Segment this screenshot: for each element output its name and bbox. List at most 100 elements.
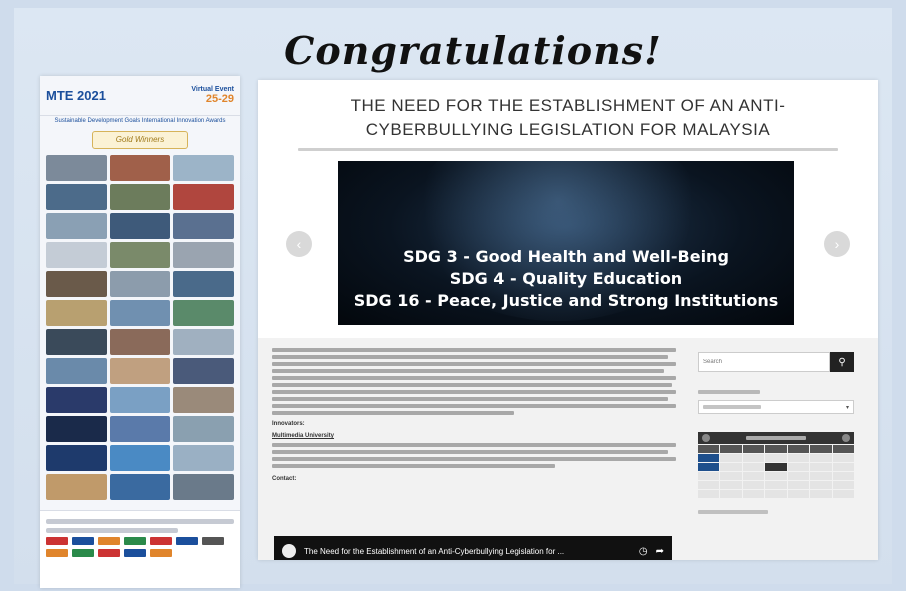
calendar-day[interactable]: [810, 490, 832, 498]
text-line: [272, 362, 676, 366]
search-button[interactable]: ⚲: [830, 352, 854, 372]
poster-thumbnail: [109, 387, 171, 414]
poster-thumbnail: [173, 271, 234, 298]
share-icon[interactable]: ➦: [656, 546, 664, 557]
calendar-day[interactable]: [742, 481, 765, 489]
article-meta: [258, 148, 878, 151]
sponsor-logo: [72, 549, 94, 557]
calendar-day[interactable]: [720, 490, 742, 498]
calendar-day[interactable]: [810, 463, 832, 471]
poster-thumbnail: [46, 155, 107, 182]
slider-prev-arrow-icon[interactable]: ‹: [286, 231, 312, 257]
calendar-day[interactable]: [787, 490, 810, 498]
poster-thumbnail-grid: [40, 153, 240, 502]
calendar-day[interactable]: [720, 481, 742, 489]
sponsor-logo: [98, 537, 120, 545]
calendar-day[interactable]: [720, 463, 742, 471]
category-select[interactable]: ▾: [698, 400, 854, 414]
text-line: [272, 443, 676, 447]
search-input[interactable]: [698, 352, 830, 372]
calendar-day[interactable]: [698, 481, 720, 489]
sponsor-logo: [72, 537, 94, 545]
calendar-prev-icon[interactable]: [702, 434, 710, 442]
calendar-day[interactable]: [742, 454, 765, 462]
calendar-next-icon[interactable]: [842, 434, 850, 442]
poster-thumbnail: [109, 155, 171, 182]
calendar-day[interactable]: [698, 490, 720, 498]
calendar-day[interactable]: [698, 463, 720, 471]
award-poster: MTE 2021 Virtual Event 25-29 Sustainable…: [40, 76, 240, 588]
poster-thumbnail: [173, 300, 234, 327]
text-line: [272, 464, 555, 468]
calendar-day[interactable]: [765, 490, 787, 498]
calendar-day[interactable]: [810, 454, 832, 462]
calendar-weekday: [698, 445, 720, 453]
calendar-day[interactable]: [742, 463, 765, 471]
calendar-day[interactable]: [832, 490, 854, 498]
video-embed[interactable]: The Need for the Establishment of an Ant…: [274, 536, 672, 560]
poster-thumbnail: [109, 184, 171, 211]
calendar-day[interactable]: [787, 454, 810, 462]
poster-thumbnail: [173, 358, 234, 385]
poster-thumbnail: [46, 300, 107, 327]
poster-thumbnail: [173, 242, 234, 269]
calendar-day[interactable]: [832, 454, 854, 462]
calendar-day[interactable]: [765, 454, 787, 462]
sponsor-logo: [124, 549, 146, 557]
text-line: [272, 383, 672, 387]
poster-sponsor-logos: [46, 537, 234, 557]
poster-footer-line: [46, 528, 178, 533]
calendar-day[interactable]: [787, 472, 810, 480]
calendar-day[interactable]: [765, 481, 787, 489]
calendar-day[interactable]: [810, 472, 832, 480]
text-line: [272, 397, 668, 401]
poster-thumbnail: [46, 358, 107, 385]
calendar-day[interactable]: [742, 472, 765, 480]
sdg-line-1: SDG 3 - Good Health and Well-Being: [403, 247, 729, 266]
poster-thumbnail: [173, 387, 234, 414]
calendar-day[interactable]: [832, 472, 854, 480]
calendar-grid: [698, 445, 854, 498]
contact-line: Contact:: [272, 476, 676, 482]
search-box: ⚲: [698, 352, 854, 372]
calendar-day[interactable]: [832, 481, 854, 489]
calendar-day[interactable]: [765, 472, 787, 480]
video-title[interactable]: The Need for the Establishment of an Ant…: [304, 547, 631, 556]
sdg-slide: SDG 3 - Good Health and Well-Being SDG 4…: [338, 161, 794, 325]
sidebar: ⚲ ▾: [698, 352, 854, 517]
poster-thumbnail: [109, 329, 171, 356]
poster-footer-line: [46, 519, 234, 524]
sponsor-logo: [150, 537, 172, 545]
calendar-day[interactable]: [787, 463, 810, 471]
poster-thumbnail: [46, 474, 107, 501]
calendar-day[interactable]: [698, 454, 720, 462]
channel-avatar: [282, 544, 296, 558]
poster-thumbnail: [109, 358, 171, 385]
clock-icon[interactable]: ◷: [639, 546, 648, 557]
calendar-day[interactable]: [787, 481, 810, 489]
text-line: [272, 376, 676, 380]
calendar-day[interactable]: [698, 472, 720, 480]
calendar-weekday: [765, 445, 787, 453]
text-line: [272, 355, 668, 359]
institution-link[interactable]: Multimedia University: [272, 433, 676, 439]
innovators-list: [272, 443, 676, 468]
poster-thumbnail: [173, 416, 234, 443]
article-paragraph: [272, 348, 676, 415]
calendar-day[interactable]: [810, 481, 832, 489]
calendar-day[interactable]: [765, 463, 787, 471]
calendar-weekday: [832, 445, 854, 453]
text-line: [272, 411, 515, 415]
calendar-day[interactable]: [720, 472, 742, 480]
slider-next-arrow-icon[interactable]: ›: [824, 231, 850, 257]
calendar-day[interactable]: [832, 463, 854, 471]
poster-footer: [40, 510, 240, 588]
article-title: THE NEED FOR THE ESTABLISHMENT OF AN ANT…: [350, 96, 786, 139]
poster-dates: Virtual Event 25-29: [191, 86, 234, 105]
article-meta-line: [298, 148, 838, 151]
recent-posts-heading: [698, 510, 769, 514]
poster-thumbnail: [46, 213, 107, 240]
calendar-day[interactable]: [720, 454, 742, 462]
poster-thumbnail: [46, 184, 107, 211]
calendar-day[interactable]: [742, 490, 765, 498]
